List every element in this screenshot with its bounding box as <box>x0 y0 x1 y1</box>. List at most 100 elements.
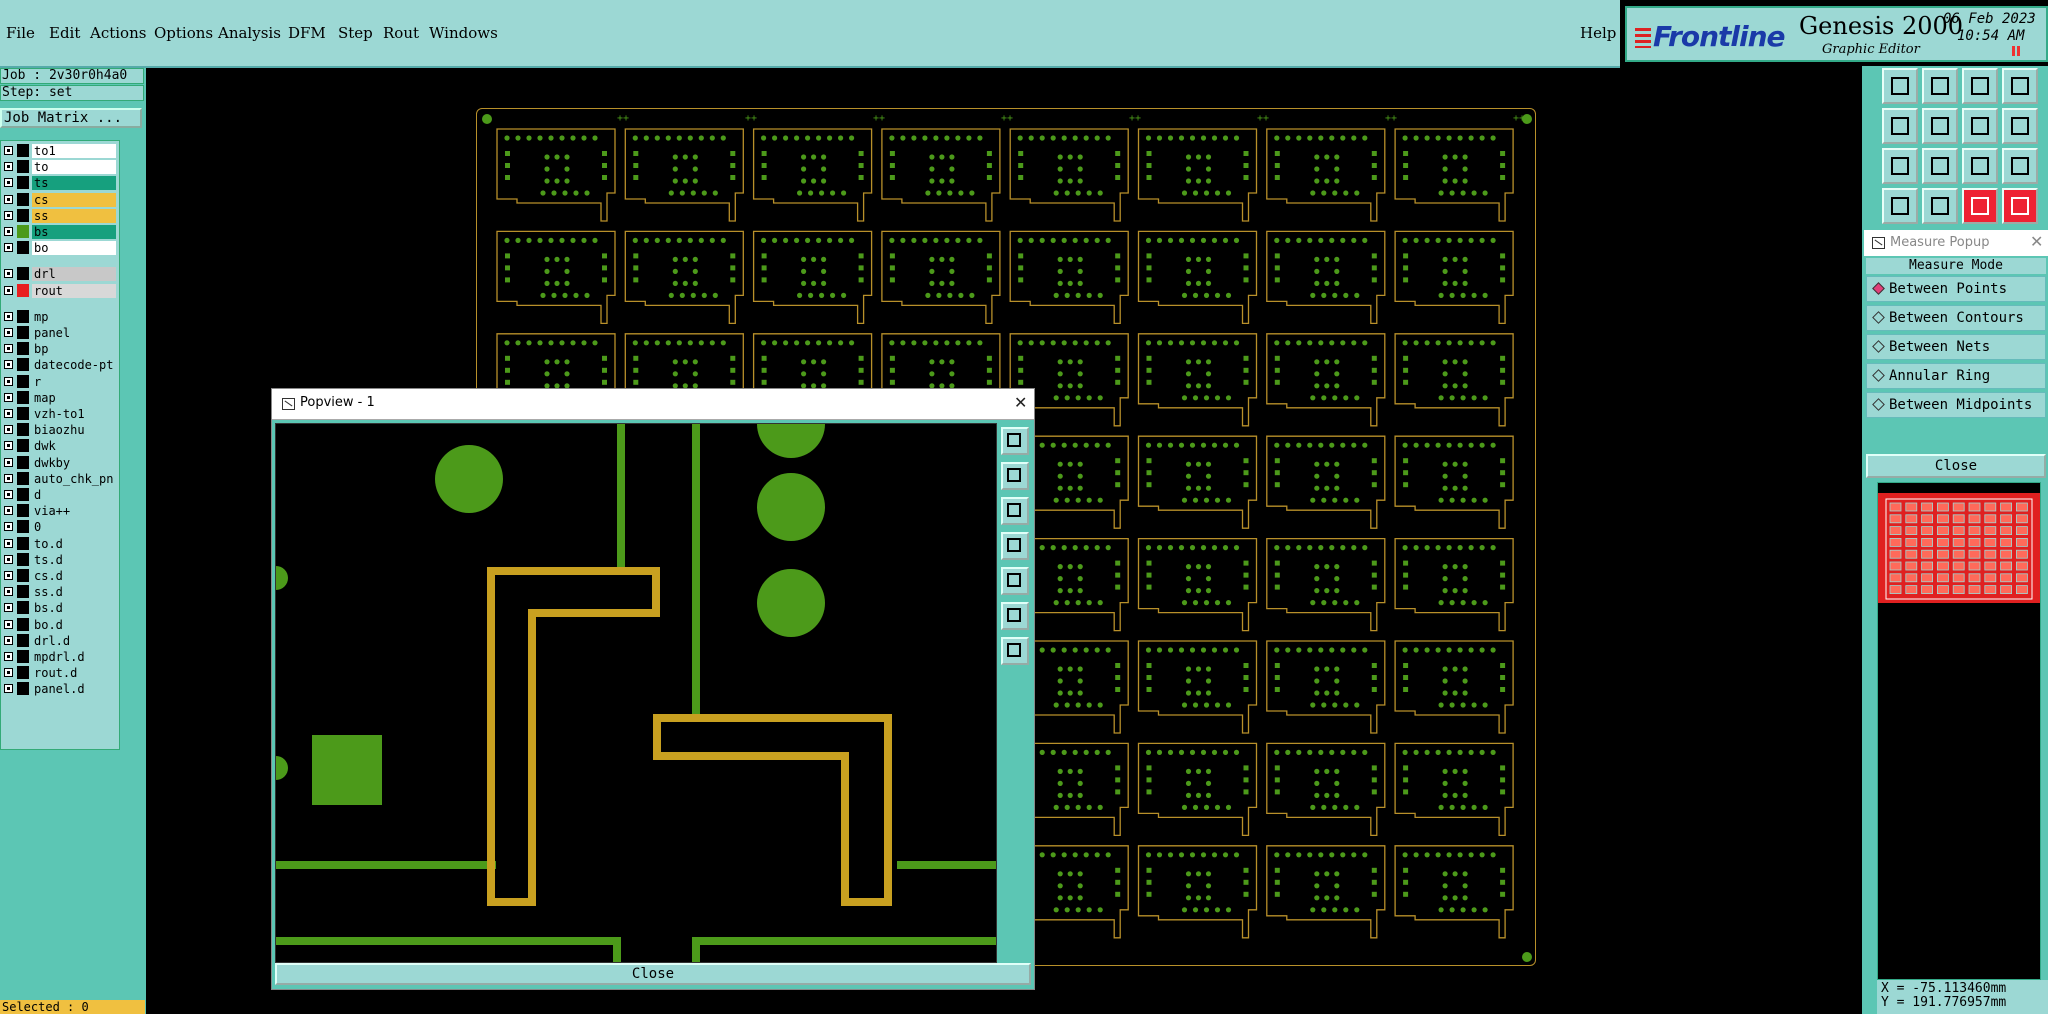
layer-name[interactable]: drl <box>32 267 116 282</box>
layer-row-ts[interactable]: ts <box>1 175 119 191</box>
layer-row-ss[interactable]: ss <box>1 208 119 224</box>
layer-row-biaozhu[interactable]: biaozhu <box>1 422 119 438</box>
layer-color-swatch[interactable] <box>17 192 29 206</box>
popview-canvas[interactable] <box>264 390 997 963</box>
measure-icon[interactable] <box>1882 188 1918 224</box>
layer-display-icon[interactable] <box>1962 188 1998 224</box>
undo-icon[interactable] <box>1962 108 1998 144</box>
layer-color-swatch[interactable] <box>17 309 29 323</box>
layer-row-bo[interactable]: bo <box>1 240 119 256</box>
layer-checkbox[interactable] <box>4 210 13 220</box>
layer-row-dwk[interactable]: dwk <box>1 438 119 454</box>
layer-color-swatch[interactable] <box>17 617 29 631</box>
layer-checkbox[interactable] <box>4 522 13 532</box>
radio-diamond-icon[interactable] <box>1872 398 1885 411</box>
popview-close-button[interactable]: Close <box>275 963 1031 985</box>
zoom-fit-icon[interactable] <box>1882 148 1918 184</box>
layer-checkbox[interactable] <box>4 554 13 564</box>
layer-checkbox[interactable] <box>4 425 13 435</box>
layer-row-0[interactable]: 0 <box>1 519 119 535</box>
menu-rout[interactable]: Rout <box>383 24 419 42</box>
layer-checkbox[interactable] <box>4 457 13 467</box>
layer-checkbox[interactable] <box>4 587 13 597</box>
layer-color-swatch[interactable] <box>17 208 29 222</box>
layer-checkbox[interactable] <box>4 269 13 279</box>
layer-checkbox[interactable] <box>4 506 13 516</box>
layer-name[interactable]: auto_chk_pn <box>32 471 116 486</box>
layer-name[interactable]: r <box>32 374 116 389</box>
save-icon[interactable] <box>1922 68 1958 104</box>
layer-checkbox[interactable] <box>4 227 13 236</box>
layer-row-via-[interactable]: via++ <box>1 503 119 519</box>
layer-color-swatch[interactable] <box>17 374 29 388</box>
layer-row-bs-d[interactable]: bs.d <box>1 600 119 616</box>
layer-name[interactable]: to1 <box>32 144 116 158</box>
layer-name[interactable]: ts.d <box>32 552 116 567</box>
menu-dfm[interactable]: DFM <box>288 24 326 42</box>
layer-name[interactable]: ts <box>32 176 116 191</box>
layer-row-panel[interactable]: panel <box>1 325 119 341</box>
radio-diamond-icon[interactable] <box>1872 282 1885 295</box>
layer-name[interactable]: 0 <box>32 520 116 535</box>
layer-checkbox[interactable] <box>4 311 13 321</box>
zoom-window-icon[interactable] <box>1001 427 1029 455</box>
layer-checkbox[interactable] <box>4 473 13 483</box>
layer-name[interactable]: to.d <box>32 536 116 551</box>
measure-option-between-contours[interactable]: Between Contours <box>1866 305 2046 331</box>
menu-edit[interactable]: Edit <box>49 24 80 42</box>
layer-name[interactable]: panel <box>32 326 116 340</box>
layer-color-swatch[interactable] <box>17 160 29 174</box>
layer-name[interactable]: bp <box>32 342 116 357</box>
layer-checkbox[interactable] <box>4 441 13 451</box>
layer-color-swatch[interactable] <box>17 488 29 501</box>
layer-color-swatch[interactable] <box>17 225 29 238</box>
layer-color-swatch[interactable] <box>17 650 29 663</box>
pan-left-icon[interactable] <box>1001 532 1029 560</box>
layer-checkbox[interactable] <box>4 194 13 204</box>
layer-color-swatch[interactable] <box>17 358 29 372</box>
layer-checkbox[interactable] <box>4 684 13 694</box>
layer-name[interactable]: bo.d <box>32 617 116 632</box>
scale-icon[interactable] <box>1962 148 1998 184</box>
home-icon[interactable] <box>1962 68 1998 104</box>
pan-up-icon[interactable] <box>1001 462 1029 490</box>
layer-color-swatch[interactable] <box>17 144 29 157</box>
layer-checkbox[interactable] <box>4 243 13 253</box>
layer-row-ts-d[interactable]: ts.d <box>1 552 119 568</box>
layer-name[interactable]: dwkby <box>32 455 116 470</box>
snap-icon[interactable] <box>1922 188 1958 224</box>
help-icon[interactable] <box>2002 148 2038 184</box>
close-icon[interactable]: ✕ <box>2030 232 2043 251</box>
redo-icon[interactable] <box>2002 108 2038 144</box>
layer-checkbox[interactable] <box>4 652 13 661</box>
measure-option-annular-ring[interactable]: Annular Ring <box>1866 363 2046 389</box>
layer-name[interactable]: to <box>32 160 116 175</box>
layer-checkbox[interactable] <box>4 178 13 188</box>
measure-option-between-points[interactable]: Between Points <box>1866 276 2046 302</box>
layer-name[interactable]: biaozhu <box>32 423 116 438</box>
layer-name[interactable]: ss.d <box>32 585 116 600</box>
layer-color-swatch[interactable] <box>17 552 29 566</box>
layer-checkbox[interactable] <box>4 409 13 418</box>
measure-option-between-nets[interactable]: Between Nets <box>1866 334 2046 360</box>
layer-color-swatch[interactable] <box>17 471 29 485</box>
layer-row-datecode-pt[interactable]: datecode-pt <box>1 357 119 373</box>
layer-row-bp[interactable]: bp <box>1 341 119 357</box>
measure-close-button[interactable]: Close <box>1866 454 2046 478</box>
menu-options[interactable]: Options <box>154 24 213 42</box>
layer-row-r[interactable]: r <box>1 374 119 390</box>
layer-color-swatch[interactable] <box>17 439 29 453</box>
layer-checkbox[interactable] <box>4 376 13 386</box>
menu-analysis[interactable]: Analysis <box>218 24 281 42</box>
layer-name[interactable]: mpdrl.d <box>32 650 116 664</box>
radio-diamond-icon[interactable] <box>1872 311 1885 324</box>
layer-checkbox[interactable] <box>4 490 13 499</box>
split-view-icon[interactable] <box>2002 68 2038 104</box>
layer-row-dwkby[interactable]: dwkby <box>1 455 119 471</box>
layer-color-swatch[interactable] <box>17 390 29 404</box>
layer-name[interactable]: bo <box>32 241 116 256</box>
layer-checkbox[interactable] <box>4 635 13 645</box>
layer-color-swatch[interactable] <box>17 407 29 420</box>
layer-checkbox[interactable] <box>4 392 13 402</box>
layer-color-swatch[interactable] <box>17 504 29 518</box>
